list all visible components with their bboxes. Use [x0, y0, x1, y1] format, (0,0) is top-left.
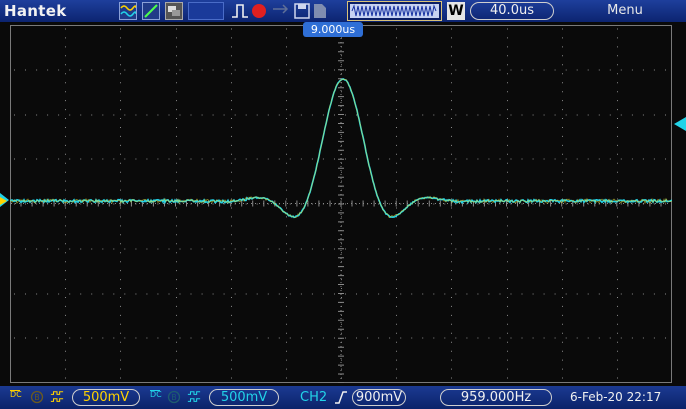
status-box — [188, 2, 224, 20]
brand-logo: Hantek — [4, 2, 67, 20]
window-mode-button[interactable]: W — [447, 2, 465, 20]
ch1-bandwidth-limit-icon[interactable]: B — [30, 390, 44, 404]
ch1-invert-icon[interactable] — [50, 390, 64, 404]
waveform-memory-overview[interactable] — [347, 1, 442, 21]
trigger-source[interactable]: CH2 — [300, 389, 327, 406]
timebase-value[interactable]: 40.0us — [470, 2, 554, 20]
ch2-coupling-icon[interactable]: DC — [150, 390, 162, 399]
bottom-status-bar: DC B 500mV DC B 500mV CH2 900mV 959.000H… — [0, 386, 686, 409]
svg-text:B: B — [34, 393, 40, 402]
menu-button[interactable]: Menu — [590, 2, 660, 20]
trigger-position-marker[interactable]: 9.000us — [303, 22, 363, 37]
trigger-level-arrow-icon[interactable] — [674, 117, 686, 131]
usb-icon — [272, 2, 292, 20]
trigger-level-value[interactable]: 900mV — [352, 389, 406, 406]
acquire-mode-icon[interactable] — [119, 2, 137, 20]
trigger-rising-edge-icon[interactable] — [334, 390, 348, 405]
date-time: 6-Feb-20 22:17 — [570, 390, 662, 404]
file-icon[interactable] — [313, 2, 327, 20]
waveform-display[interactable] — [10, 25, 672, 383]
ch2-volts-per-div[interactable]: 500mV — [209, 389, 279, 406]
frequency-counter: 959.000Hz — [440, 389, 552, 406]
ch1-waveform-trace — [10, 78, 672, 218]
display-mode-icon[interactable] — [142, 2, 160, 20]
ch2-waveform-trace — [10, 78, 672, 219]
top-status-bar: Hantek W 40.0us Menu — [0, 0, 686, 22]
save-disk-icon[interactable] — [294, 2, 310, 20]
ch2-invert-icon[interactable] — [187, 390, 201, 404]
ch1-ground-marker-icon[interactable] — [0, 197, 8, 205]
run-stop-indicator-icon[interactable] — [252, 4, 266, 18]
ch1-volts-per-div[interactable]: 500mV — [72, 389, 140, 406]
persistence-icon[interactable] — [165, 2, 183, 20]
ch1-coupling-icon[interactable]: DC — [10, 390, 22, 399]
trigger-edge-icon[interactable] — [230, 2, 250, 20]
svg-text:B: B — [171, 393, 177, 402]
trigger-source-label: CH2 — [300, 390, 328, 405]
ch2-bandwidth-limit-icon[interactable]: B — [167, 390, 181, 404]
